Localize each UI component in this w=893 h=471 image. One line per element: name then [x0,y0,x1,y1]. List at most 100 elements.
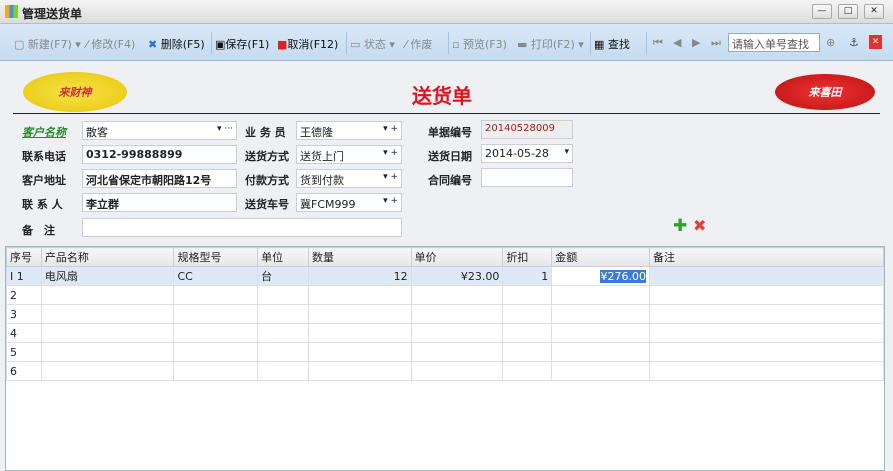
table-cell[interactable] [502,323,553,343]
table-cell[interactable] [173,361,259,381]
close-window-button[interactable]: ✕ [864,4,884,19]
last-record-icon[interactable]: ⏭ [711,36,721,50]
column-header[interactable]: 规格型号 [173,247,259,267]
column-header[interactable]: 备注 [648,247,885,267]
table-cell[interactable] [410,361,504,381]
column-header[interactable]: 序号 [6,247,42,267]
table-row[interactable]: 3 [6,304,885,324]
table-cell[interactable] [648,361,885,381]
table-cell[interactable] [502,342,553,362]
table-cell[interactable] [551,285,650,305]
chevron-down-icon[interactable]: ▾ + [383,196,398,206]
table-cell[interactable]: 1 [502,266,553,286]
table-cell[interactable] [40,323,175,343]
table-cell[interactable] [173,304,259,324]
table-cell[interactable] [502,285,553,305]
table-cell[interactable] [648,266,885,286]
table-cell[interactable] [551,304,650,324]
void-button[interactable]: ⁄ 作废 [405,36,432,52]
table-cell[interactable] [257,361,309,381]
table-cell[interactable] [40,342,175,362]
table-cell[interactable] [257,304,309,324]
search-input[interactable]: 请输入单号查找 [728,33,820,52]
delivery-select[interactable]: 送货上门 ▾ + [296,145,402,164]
phone-field[interactable]: 0312-99888899 [82,145,237,164]
table-cell[interactable] [308,285,412,305]
next-record-icon[interactable]: ▶ [692,36,700,49]
table-cell[interactable] [410,304,504,324]
chevron-down-icon[interactable]: ▾ [564,147,569,157]
column-header[interactable]: 折扣 [502,247,553,267]
table-cell[interactable] [551,361,650,381]
table-cell[interactable] [257,285,309,305]
first-record-icon[interactable]: ⏮ [653,36,663,50]
table-cell[interactable]: ¥276.00 [551,266,650,286]
table-cell[interactable] [648,285,885,305]
table-cell[interactable]: 台 [257,266,309,286]
chevron-down-icon[interactable]: ▾ + [383,172,398,182]
table-cell[interactable]: 12 [308,266,412,286]
table-cell[interactable] [257,342,309,362]
table-cell[interactable] [648,323,885,343]
column-header[interactable]: 单价 [410,247,504,267]
table-cell[interactable]: CC [173,266,259,286]
prev-record-icon[interactable]: ◀ [673,36,681,49]
preview-button[interactable]: ▫ 预览(F3) [452,36,507,52]
table-cell[interactable] [308,304,412,324]
salesman-select[interactable]: 王德隆 ▾ + [296,121,402,140]
table-cell[interactable] [257,323,309,343]
table-cell[interactable]: I 1 [6,266,42,286]
table-cell[interactable] [40,361,175,381]
table-cell[interactable] [502,361,553,381]
table-cell[interactable] [410,342,504,362]
new-button[interactable]: ▢ 新建(F7) ▾ [14,36,81,52]
payment-select[interactable]: 货到付款 ▾ + [296,169,402,188]
table-cell[interactable]: 3 [6,304,42,324]
table-row[interactable]: 2 [6,285,885,305]
table-cell[interactable] [173,342,259,362]
cancel-button[interactable]: ■取消(F12) [277,36,338,52]
search-icon[interactable]: ⊕ [826,36,835,49]
table-cell[interactable] [308,342,412,362]
column-header[interactable]: 产品名称 [40,247,175,267]
table-cell[interactable] [502,304,553,324]
table-cell[interactable] [410,285,504,305]
table-cell[interactable]: 电风扇 [40,266,175,286]
table-cell[interactable]: ¥23.00 [410,266,504,286]
minimize-button[interactable]: — [812,4,832,19]
table-cell[interactable] [648,342,885,362]
delete-button[interactable]: ✖ 删除(F5) [148,36,205,52]
contract-field[interactable] [481,168,573,187]
column-header[interactable]: 金额 [551,247,650,267]
table-row[interactable]: 4 [6,323,885,343]
table-cell[interactable] [173,285,259,305]
contact-field[interactable]: 李立群 [82,193,237,212]
table-row[interactable]: I 1 电风扇 CC 台 12 ¥23.00 1 ¥276.00 [6,266,885,286]
pin-icon[interactable]: ⚓ [849,36,859,49]
table-cell[interactable] [648,304,885,324]
chevron-down-icon[interactable]: ▾ + [383,124,398,134]
table-cell[interactable]: 5 [6,342,42,362]
date-picker[interactable]: 2014-05-28 ▾ [481,144,573,163]
chevron-down-icon[interactable]: ▾ ··· [217,124,233,134]
column-header[interactable]: 数量 [308,247,412,267]
table-cell[interactable] [40,304,175,324]
table-row[interactable]: 5 [6,342,885,362]
table-row[interactable]: 6 [6,361,885,381]
print-button[interactable]: ▬ 打印(F2) ▾ [517,36,584,52]
maximize-button[interactable]: □ [838,4,858,19]
table-cell[interactable] [551,323,650,343]
save-button[interactable]: ▣保存(F1) [215,36,269,52]
chevron-down-icon[interactable]: ▾ + [383,148,398,158]
table-cell[interactable]: 6 [6,361,42,381]
table-cell[interactable]: 4 [6,323,42,343]
delete-row-icon[interactable]: ✖ [693,216,706,235]
find-button[interactable]: ▦ 查找 [594,36,630,52]
customer-label[interactable]: 客户名称 [22,124,66,140]
table-cell[interactable] [40,285,175,305]
table-cell[interactable] [173,323,259,343]
edit-button[interactable]: ⁄ 修改(F4) [86,36,135,52]
add-row-icon[interactable]: ✚ [673,216,687,236]
table-cell[interactable] [551,342,650,362]
vehicle-select[interactable]: 冀FCM999 ▾ + [296,193,402,212]
